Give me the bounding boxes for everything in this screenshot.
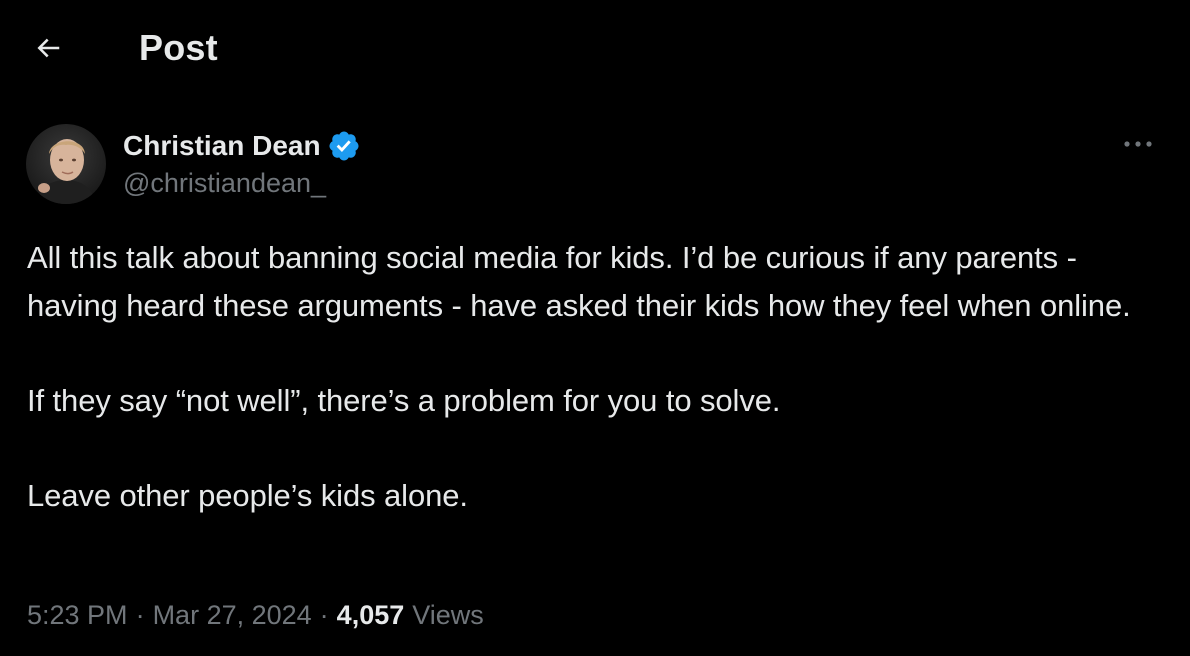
more-options-button[interactable] [1118, 130, 1158, 158]
meta-separator: · [135, 600, 145, 630]
post-metadata: 5:23 PM · Mar 27, 2024 · 4,057 Views [27, 600, 484, 631]
views-count: 4,057 [336, 600, 405, 630]
author-display-name[interactable]: Christian Dean [123, 130, 321, 162]
verified-badge-icon[interactable] [327, 129, 361, 163]
more-horizontal-icon [1124, 141, 1152, 147]
post-date[interactable]: Mar 27, 2024 [153, 600, 312, 631]
author-handle[interactable]: @christiandean_ [123, 168, 326, 199]
post-time[interactable]: 5:23 PM [27, 600, 128, 631]
avatar[interactable] [26, 124, 106, 204]
top-bar: Post [0, 0, 1190, 96]
arrow-left-icon [37, 38, 60, 58]
meta-separator: · [319, 600, 329, 630]
back-button[interactable] [26, 28, 70, 68]
post-author: Christian Dean @christiandean_ [26, 122, 1166, 206]
avatar-image [26, 124, 106, 204]
views-label: Views [412, 600, 484, 630]
author-name-row: Christian Dean [123, 126, 361, 166]
page-title: Post [139, 27, 218, 68]
post-text: All this talk about banning social media… [27, 240, 1131, 513]
